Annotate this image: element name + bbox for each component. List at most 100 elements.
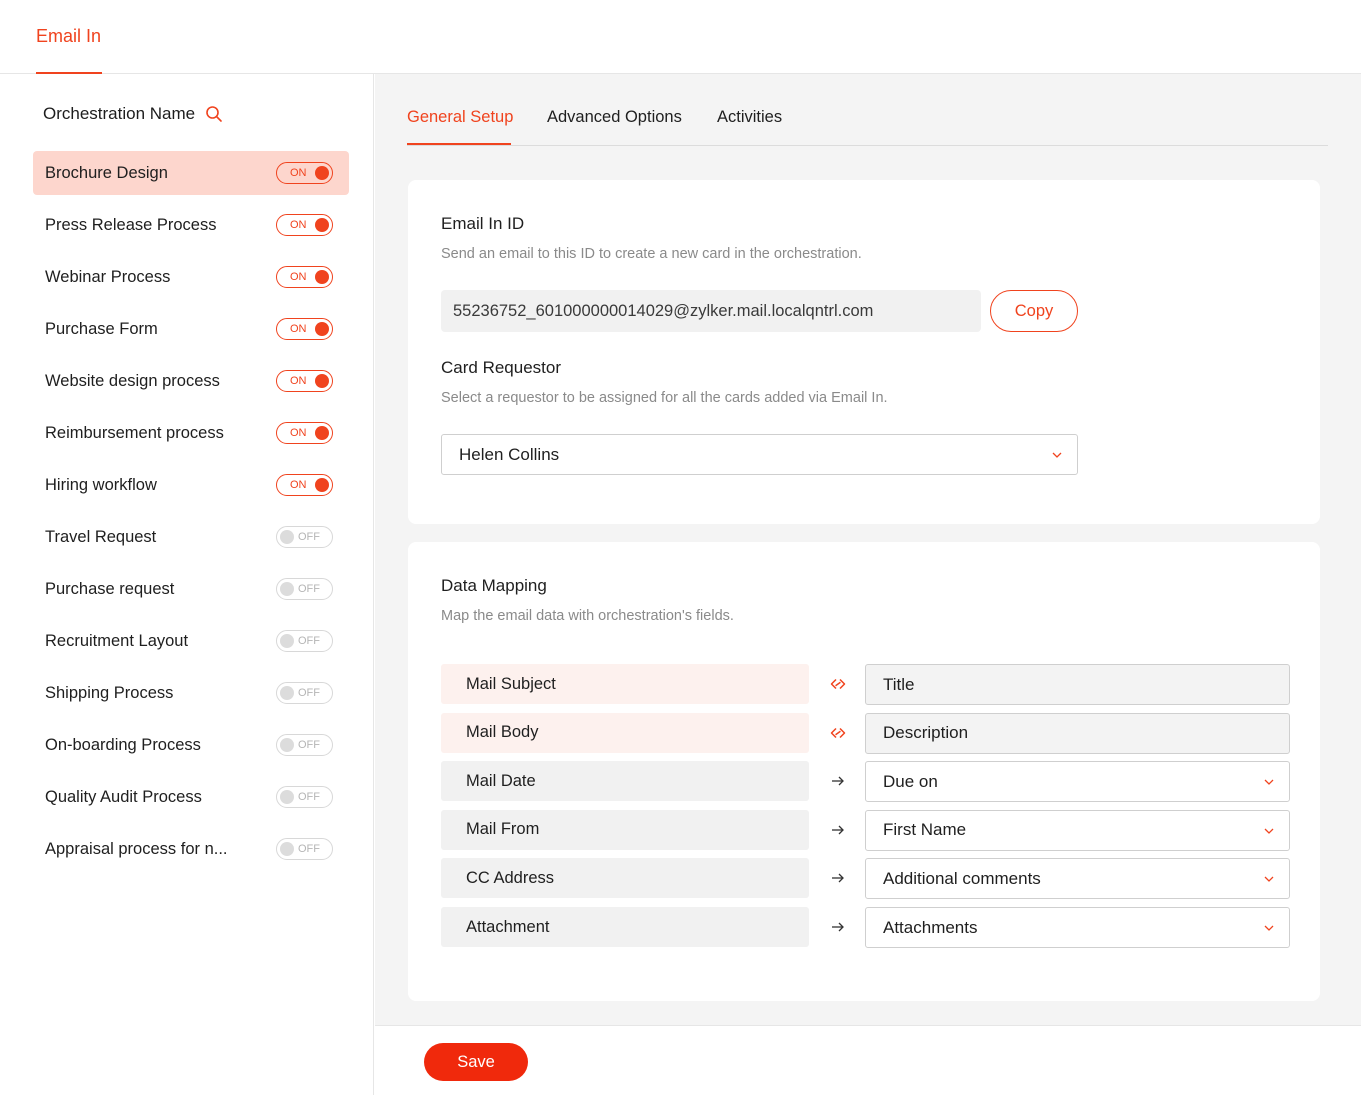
mapping-row: Attachment Attachments <box>441 907 1290 948</box>
orchestration-item[interactable]: Webinar Process ON <box>33 255 349 299</box>
arrow-right-icon <box>829 772 847 790</box>
mapping-source: Mail Subject <box>441 664 809 704</box>
status-toggle[interactable]: OFF <box>276 526 333 548</box>
status-toggle[interactable]: OFF <box>276 734 333 756</box>
arrow-right-icon <box>829 918 847 936</box>
tab-activities[interactable]: Activities <box>717 108 782 127</box>
email-in-card: Email In ID Send an email to this ID to … <box>408 180 1320 524</box>
mapping-target-select[interactable]: Due on <box>865 761 1290 803</box>
toggle-label: ON <box>290 323 307 335</box>
toggle-label: OFF <box>298 739 320 751</box>
status-toggle[interactable]: OFF <box>276 578 333 600</box>
mapping-row: Mail Subject Title <box>441 664 1290 705</box>
search-icon[interactable] <box>205 105 223 123</box>
toggle-label: OFF <box>298 635 320 647</box>
orchestration-item[interactable]: Travel Request OFF <box>33 515 349 559</box>
chevron-down-icon <box>1264 876 1274 883</box>
arrow-right-icon <box>829 821 847 839</box>
tab-bar: General Setup Advanced Options Activitie… <box>407 74 1328 146</box>
orchestration-item[interactable]: Quality Audit Process OFF <box>33 775 349 819</box>
toggle-knob <box>315 217 329 232</box>
toggle-knob <box>280 737 294 752</box>
orchestration-heading: Orchestration Name <box>43 104 196 123</box>
orchestration-item[interactable]: Appraisal process for n... OFF <box>33 827 349 871</box>
status-toggle[interactable]: OFF <box>276 838 333 860</box>
orchestration-item[interactable]: Purchase Form ON <box>33 307 349 351</box>
orchestration-item[interactable]: Reimbursement process ON <box>33 411 349 455</box>
orchestration-header: Orchestration Name <box>43 104 223 124</box>
chevron-down-icon <box>1052 452 1062 458</box>
toggle-label: OFF <box>298 687 320 699</box>
link-icon <box>829 675 847 693</box>
requestor-subtitle: Select a requestor to be assigned for al… <box>441 390 888 406</box>
orchestration-item-label: On-boarding Process <box>45 735 201 754</box>
orchestration-item-label: Reimbursement process <box>45 423 224 442</box>
orchestration-item[interactable]: Shipping Process OFF <box>33 671 349 715</box>
save-button[interactable]: Save <box>424 1043 528 1081</box>
status-toggle[interactable]: ON <box>276 214 333 236</box>
email-in-address-field[interactable]: 55236752_601000000014029@zylker.mail.loc… <box>441 290 981 332</box>
tab-advanced-options[interactable]: Advanced Options <box>547 108 682 127</box>
toggle-label: ON <box>290 427 307 439</box>
email-in-title: Email In ID <box>441 214 525 233</box>
tab-general-setup[interactable]: General Setup <box>407 108 513 127</box>
orchestration-item-label: Website design process <box>45 371 220 390</box>
toggle-knob <box>280 529 294 544</box>
status-toggle[interactable]: OFF <box>276 786 333 808</box>
orchestration-list: Brochure Design ON Press Release Process ON… <box>33 151 349 879</box>
mapping-target-select[interactable]: Additional comments <box>865 858 1290 900</box>
toggle-knob <box>280 633 294 648</box>
orchestration-item[interactable]: Purchase request OFF <box>33 567 349 611</box>
toggle-label: OFF <box>298 583 320 595</box>
copy-button[interactable]: Copy <box>990 290 1078 332</box>
mapping-target-value: Description <box>883 723 969 743</box>
mapping-row: Mail Body Description <box>441 712 1290 754</box>
orchestration-item[interactable]: Website design process ON <box>33 359 349 403</box>
chevron-down-icon <box>1264 828 1274 834</box>
status-toggle[interactable]: ON <box>276 370 333 392</box>
orchestration-item-label: Webinar Process <box>45 267 171 286</box>
mapping-target-value: Attachments <box>883 917 978 937</box>
mapping-target-value: Title <box>883 674 915 694</box>
mapping-source: Mail Body <box>441 712 809 753</box>
mapping-source: Mail Date <box>441 761 809 802</box>
toggle-knob <box>315 373 329 388</box>
orchestration-item-label: Hiring workflow <box>45 475 157 494</box>
toggle-label: OFF <box>298 531 320 543</box>
mapping-source: Mail From <box>441 809 809 850</box>
tab-indicator <box>407 143 511 145</box>
toggle-knob <box>315 269 329 284</box>
tab-email-in[interactable]: Email In <box>36 26 101 47</box>
toggle-label: ON <box>290 271 307 283</box>
orchestration-item-label: Purchase Form <box>45 319 158 338</box>
status-toggle[interactable]: OFF <box>276 630 333 652</box>
status-toggle[interactable]: ON <box>276 266 333 288</box>
requestor-select[interactable]: Helen Collins <box>441 434 1078 475</box>
mapping-target-select[interactable]: First Name <box>865 809 1290 851</box>
toggle-knob <box>280 685 294 700</box>
sidebar: Orchestration Name Brochure Design ON Pres… <box>0 74 374 1095</box>
orchestration-item[interactable]: Brochure Design ON <box>33 151 349 195</box>
orchestration-item[interactable]: Hiring workflow ON <box>33 463 349 507</box>
mapping-row: Mail From First Name <box>441 809 1290 851</box>
status-toggle[interactable]: OFF <box>276 682 333 704</box>
mapping-target-value: First Name <box>883 820 967 840</box>
status-toggle[interactable]: ON <box>276 474 333 496</box>
orchestration-item-label: Travel Request <box>45 527 157 546</box>
mapping-target-select[interactable]: Attachments <box>865 907 1290 948</box>
toggle-label: OFF <box>298 791 320 803</box>
orchestration-item-label: Purchase request <box>45 579 175 598</box>
toggle-knob <box>315 425 329 440</box>
status-toggle[interactable]: ON <box>276 318 333 340</box>
data-mapping-card: Data Mapping Map the email data with orc… <box>408 542 1320 1001</box>
orchestration-item[interactable]: Press Release Process ON <box>33 203 349 247</box>
mapping-target-value: Additional comments <box>883 868 1041 888</box>
toggle-knob <box>280 581 294 596</box>
main-panel: General Setup Advanced Options Activitie… <box>375 74 1361 1095</box>
status-toggle[interactable]: ON <box>276 422 333 444</box>
mapping-row: CC Address Additional comments <box>441 858 1290 900</box>
orchestration-item[interactable]: Recruitment Layout OFF <box>33 619 349 663</box>
status-toggle[interactable]: ON <box>276 162 333 184</box>
orchestration-item[interactable]: On-boarding Process OFF <box>33 723 349 767</box>
mapping-target-select: Title <box>865 664 1290 705</box>
